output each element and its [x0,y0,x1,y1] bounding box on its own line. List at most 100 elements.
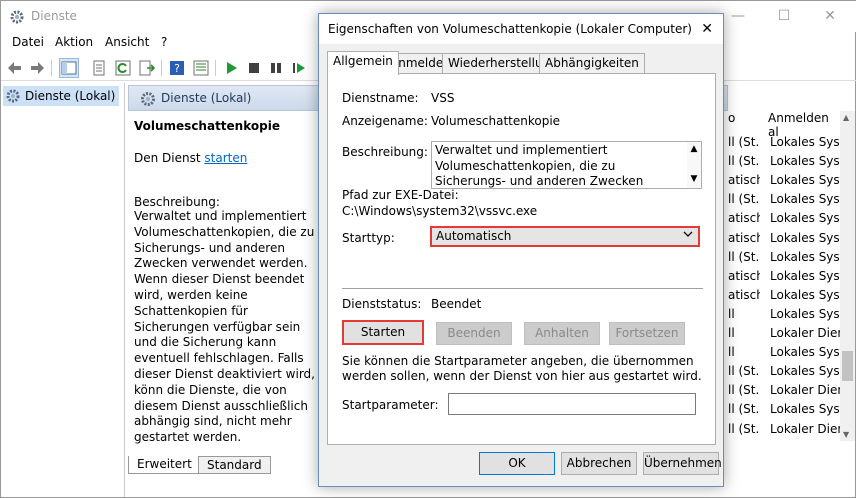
tab-dependencies[interactable]: Abhängigkeiten [539,53,645,73]
scroll-up-icon[interactable]: ▲ [843,113,849,122]
export-list-icon[interactable] [137,58,157,78]
startup-type-cell: ll (St... [728,364,760,379]
startup-type-cell: ll (St... [728,192,760,207]
exe-path-label: Pfad zur EXE-Datei: [342,188,459,202]
start-parameters-hint: Sie können die Startparameter angeben, d… [342,354,702,383]
log-on-as-cell: Lokales Syste [770,402,840,417]
scrollbar[interactable]: ▲ ▼ [840,111,855,441]
starttype-dropdown[interactable]: Automatisch [430,226,700,247]
dialog-close-icon[interactable]: ✕ [701,21,713,37]
menu-help[interactable]: ? [161,35,167,49]
table-row[interactable]: ll (St... Lokales Syste [728,154,840,173]
details-view-icon[interactable] [191,58,211,78]
startup-type-cell: atisch [728,268,760,283]
dialog-title: Eigenschaften von Volumeschattenkopie (L… [328,22,692,36]
tab-standard[interactable]: Standard [198,456,271,474]
toolbar-separator [161,60,162,76]
service-name-value: VSS [431,91,455,105]
service-start-line: Den Dienst starten [134,151,247,165]
service-status-label: Dienststatus: [342,297,422,311]
startup-type-cell: ll (St... [728,421,760,436]
chevron-down-icon [683,229,693,242]
table-row[interactable]: ll Lokaler Dien [728,326,840,345]
service-description: Verwaltet und implementiert Volumeschatt… [134,209,315,445]
display-name-label: Anzeigename: [342,114,428,128]
ok-button[interactable]: OK [479,452,555,475]
menu-view[interactable]: Ansicht [105,35,149,49]
detail-header-title: Dienste (Lokal) [161,91,252,105]
log-on-as-cell: Lokales Syste [770,192,840,207]
table-row[interactable]: atisch Lokales Syste [728,269,840,288]
tree-item-services-local[interactable]: Dienste (Lokal) [3,86,120,106]
cancel-button[interactable]: Abbrechen [561,452,637,475]
log-on-as-cell: Lokaler Dien [770,421,840,436]
gear-icon [10,10,24,24]
exe-path-value: C:\Windows\system32\vssvc.exe [342,204,538,218]
toolbar-separator [51,60,52,76]
services-list-partial: o Anmelden al ll (St...Lokales Systell (… [728,111,840,441]
menu-file[interactable]: Datei [12,35,44,49]
description-label: Beschreibung: [134,195,220,209]
stop-button[interactable]: Beenden [436,322,512,345]
table-row[interactable]: ll (St... Lokales Syste [728,402,840,421]
divider [342,288,703,289]
table-row[interactable]: ll (St... Lokaler Dien [728,422,840,441]
log-on-as-cell: Lokales Syste [770,211,840,226]
service-name-label: Dienstname: [342,91,419,105]
table-row[interactable]: ll (St... Lokales Syste [728,192,840,211]
table-row[interactable]: ll (St... Lokales Syste [728,250,840,269]
log-on-as-cell: Lokales Syste [770,173,840,188]
close-button[interactable]: ✕ [807,1,853,32]
restart-icon[interactable] [289,58,309,78]
starttype-label: Starttyp: [342,231,395,245]
tree-item-label: Dienste (Lokal) [25,89,116,103]
table-row[interactable]: ll Lokales Syste [728,307,840,326]
help-icon[interactable]: ? [167,58,187,78]
column-header-startup-type[interactable]: o [728,111,735,125]
properties-sheet-icon[interactable] [89,58,109,78]
description-textbox[interactable]: Verwaltet und implementiert Volumeschatt… [431,141,702,189]
log-on-as-cell: Lokales Syste [770,306,840,321]
menu-action[interactable]: Aktion [55,35,93,49]
table-row[interactable]: ll (St... Lokales Syste [728,135,840,154]
table-row[interactable]: atisch Lokales Syste [728,211,840,230]
startup-type-cell: ll (St... [728,383,760,398]
tab-general[interactable]: Allgemein [327,51,399,75]
start-service-link[interactable]: starten [204,151,247,165]
pause-button[interactable]: Anhalten [524,322,600,345]
refresh-icon[interactable] [113,58,133,78]
table-row[interactable]: ll (St... Lokales Syste [728,364,840,383]
start-parameters-label: Startparameter: [342,398,439,412]
table-row[interactable]: ll Lokales Syste [728,345,840,364]
startup-type-cell: atisch [728,173,760,188]
svg-text:?: ? [174,62,180,75]
back-arrow-icon[interactable] [5,58,25,78]
description-scrollbar[interactable]: ▲ ▼ [687,142,701,188]
gear-icon [6,89,20,103]
stop-icon[interactable] [244,58,264,78]
tab-extended[interactable]: Erweitert [128,456,201,474]
table-row[interactable]: ll (St... Lokaler Dien [728,383,840,402]
table-row[interactable]: atisch Lokales Syste [728,173,840,192]
resume-button[interactable]: Fortsetzen [609,322,685,345]
start-button[interactable]: Starten [342,320,424,345]
log-on-as-cell: Lokaler Dien [770,383,840,398]
starttype-selected-value: Automatisch [436,229,512,243]
start-parameters-input[interactable] [448,393,696,415]
table-row[interactable]: atisch Lokales Syste [728,231,840,250]
forward-arrow-icon[interactable] [27,58,47,78]
maximize-button[interactable]: ☐ [761,1,807,32]
startup-type-cell: ll (St... [728,249,760,264]
console-tree-icon[interactable] [59,58,79,78]
scroll-down-icon[interactable]: ▼ [843,430,849,439]
console-tree: Dienste (Lokal) [1,83,125,497]
scroll-up-icon[interactable]: ▲ [687,142,701,158]
apply-button[interactable]: Übernehmen [643,452,722,475]
play-icon[interactable] [221,58,241,78]
scroll-thumb[interactable] [842,351,853,381]
service-start-prefix: Den Dienst [134,151,205,165]
table-row[interactable]: atisch Lokales Syste [728,288,840,307]
startup-type-cell: atisch [728,230,760,245]
scroll-down-icon[interactable]: ▼ [687,172,701,188]
pause-icon[interactable] [266,58,286,78]
